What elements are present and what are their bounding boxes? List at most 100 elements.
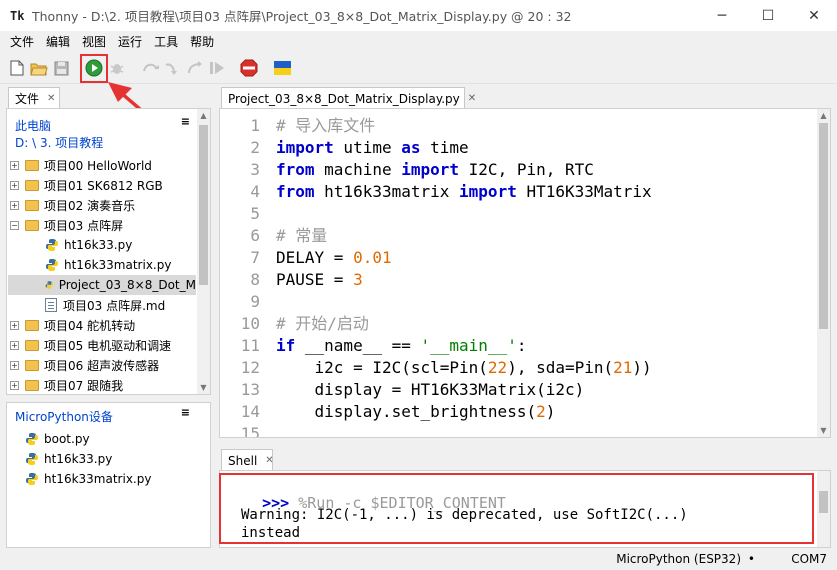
tree-file[interactable]: ht16k33matrix.py bbox=[45, 255, 171, 275]
line-number: 10 bbox=[240, 314, 260, 333]
tree-label: 项目06 超声波传感器 bbox=[44, 358, 160, 373]
interpreter-status[interactable]: MicroPython (ESP32) bbox=[616, 552, 741, 566]
code-token: '__main__' bbox=[420, 336, 517, 355]
tree-file[interactable]: ht16k33.py bbox=[45, 235, 132, 255]
device-file[interactable]: ht16k33matrix.py bbox=[25, 469, 151, 489]
panel-menu-icon[interactable]: ≡ bbox=[181, 406, 190, 419]
menu-tools[interactable]: 工具 bbox=[148, 33, 184, 50]
code-text[interactable]: display.set_brightness(2) bbox=[276, 401, 556, 423]
editor-scrollbar[interactable]: ▲ ▼ bbox=[817, 109, 830, 437]
code-token: time bbox=[420, 138, 469, 157]
tree-label: 项目01 SK6812 RGB bbox=[44, 178, 163, 193]
expand-icon[interactable]: + bbox=[10, 380, 19, 390]
maximize-button[interactable]: ☐ bbox=[745, 0, 791, 31]
menu-help[interactable]: 帮助 bbox=[184, 33, 220, 50]
device-file[interactable]: boot.py bbox=[25, 429, 90, 449]
files-scrollbar[interactable]: ▲ ▼ bbox=[197, 109, 210, 394]
code-token: if bbox=[276, 336, 296, 355]
line-number: 9 bbox=[250, 292, 260, 311]
code-token: display.set_brightness( bbox=[276, 402, 537, 421]
device-title[interactable]: MicroPython设备 bbox=[15, 408, 113, 425]
tree-folder[interactable]: + 项目01 SK6812 RGB bbox=[10, 175, 163, 195]
scroll-up-icon[interactable]: ▲ bbox=[197, 109, 210, 122]
code-text[interactable]: PAUSE = 3 bbox=[276, 269, 363, 291]
code-text[interactable]: if __name__ == '__main__': bbox=[276, 335, 526, 357]
code-area[interactable]: 1 # 导入库文件 2 import utime as time 3 from machi… bbox=[220, 115, 810, 437]
status-separator: • bbox=[747, 552, 755, 566]
panel-menu-icon[interactable]: ≡ bbox=[181, 115, 190, 128]
tree-folder[interactable]: + 项目07 跟随我 bbox=[10, 375, 123, 395]
expand-icon[interactable]: + bbox=[10, 200, 19, 210]
tree-folder[interactable]: + 项目05 电机驱动和调速 bbox=[10, 335, 171, 355]
collapse-icon[interactable]: − bbox=[10, 220, 19, 230]
code-token: PAUSE = bbox=[276, 270, 354, 289]
scrollbar-thumb[interactable] bbox=[819, 123, 828, 329]
device-file[interactable]: ht16k33.py bbox=[25, 449, 112, 469]
expand-icon[interactable]: + bbox=[10, 340, 19, 350]
line-number: 3 bbox=[250, 160, 260, 179]
code-text[interactable]: from machine import I2C, Pin, RTC bbox=[276, 159, 594, 181]
code-editor[interactable]: 1 # 导入库文件 2 import utime as time 3 from machi… bbox=[219, 108, 831, 438]
scroll-down-icon[interactable]: ▼ bbox=[817, 424, 830, 437]
shell-scrollbar[interactable] bbox=[817, 471, 830, 547]
port-status[interactable]: COM7 bbox=[791, 552, 827, 566]
scroll-down-icon[interactable]: ▼ bbox=[197, 381, 210, 394]
tree-folder[interactable]: + 项目00 HelloWorld bbox=[10, 155, 152, 175]
scrollbar-thumb[interactable] bbox=[199, 125, 208, 285]
tab-shell-label: Shell bbox=[228, 453, 258, 468]
tree-file[interactable]: 项目03 点阵屏.md bbox=[45, 295, 165, 315]
menu-edit[interactable]: 编辑 bbox=[40, 33, 76, 50]
tab-files[interactable]: 文件 ✕ bbox=[8, 87, 60, 109]
step-out-icon[interactable] bbox=[186, 59, 204, 77]
close-icon[interactable]: ✕ bbox=[47, 93, 55, 104]
code-text[interactable]: # 开始/启动 bbox=[276, 313, 369, 335]
ukraine-flag-icon[interactable] bbox=[273, 59, 291, 77]
line-number: 14 bbox=[240, 402, 260, 421]
close-icon[interactable]: ✕ bbox=[265, 455, 273, 466]
resume-icon[interactable] bbox=[208, 59, 226, 77]
code-text[interactable]: from ht16k33matrix import HT16K33Matrix bbox=[276, 181, 652, 203]
code-token: : bbox=[516, 336, 527, 355]
close-icon[interactable]: ✕ bbox=[468, 93, 476, 104]
code-text[interactable]: DELAY = 0.01 bbox=[276, 247, 392, 269]
code-token: import bbox=[401, 160, 460, 179]
tree-file-selected[interactable]: Project_03_8×8_Dot_M bbox=[8, 275, 196, 295]
code-text[interactable]: # 常量 bbox=[276, 225, 327, 247]
menu-run[interactable]: 运行 bbox=[112, 33, 148, 50]
code-text[interactable]: import utime as time bbox=[276, 137, 469, 159]
stop-icon[interactable] bbox=[240, 59, 258, 77]
code-token: 2 bbox=[536, 402, 546, 421]
line-number: 6 bbox=[250, 226, 260, 245]
this-computer-label[interactable]: 此电脑 bbox=[15, 117, 51, 134]
scroll-up-icon[interactable]: ▲ bbox=[817, 109, 830, 122]
expand-icon[interactable]: + bbox=[10, 360, 19, 370]
python-file-icon bbox=[46, 239, 58, 251]
files-panel: 此电脑 D: \ 3. 项目教程 ≡ + 项目00 HelloWorld + 项… bbox=[6, 108, 211, 395]
tree-folder-expanded[interactable]: − 项目03 点阵屏 bbox=[10, 215, 123, 235]
tab-shell[interactable]: Shell ✕ bbox=[221, 449, 274, 471]
code-text[interactable]: i2c = I2C(scl=Pin(22), sda=Pin(21)) bbox=[276, 357, 652, 379]
python-file-icon bbox=[26, 453, 38, 465]
minimize-button[interactable]: ─ bbox=[699, 0, 745, 31]
tab-editor[interactable]: Project_03_8×8_Dot_Matrix_Display.py ✕ bbox=[221, 87, 476, 109]
status-bar: MicroPython (ESP32) • COM7 bbox=[0, 548, 837, 570]
folder-icon bbox=[25, 379, 39, 391]
thonny-logo-icon: Tk bbox=[10, 8, 25, 23]
tree-folder[interactable]: + 项目06 超声波传感器 bbox=[10, 355, 159, 375]
new-file-icon[interactable] bbox=[8, 59, 26, 77]
tree-folder[interactable]: + 项目02 演奏音乐 bbox=[10, 195, 135, 215]
expand-icon[interactable]: + bbox=[10, 160, 19, 170]
menu-file[interactable]: 文件 bbox=[4, 33, 40, 50]
code-text[interactable]: display = HT16K33Matrix(i2c) bbox=[276, 379, 585, 401]
tree-folder[interactable]: + 项目04 舵机转动 bbox=[10, 315, 135, 335]
menu-view[interactable]: 视图 bbox=[76, 33, 112, 50]
expand-icon[interactable]: + bbox=[10, 180, 19, 190]
close-button[interactable]: ✕ bbox=[791, 0, 837, 31]
open-folder-icon[interactable] bbox=[30, 59, 48, 77]
scrollbar-thumb[interactable] bbox=[819, 491, 828, 513]
line-number: 1 bbox=[250, 116, 260, 135]
code-text[interactable]: # 导入库文件 bbox=[276, 115, 375, 137]
expand-icon[interactable]: + bbox=[10, 320, 19, 330]
current-path[interactable]: D: \ 3. 项目教程 bbox=[15, 134, 103, 151]
save-icon[interactable] bbox=[52, 59, 70, 77]
